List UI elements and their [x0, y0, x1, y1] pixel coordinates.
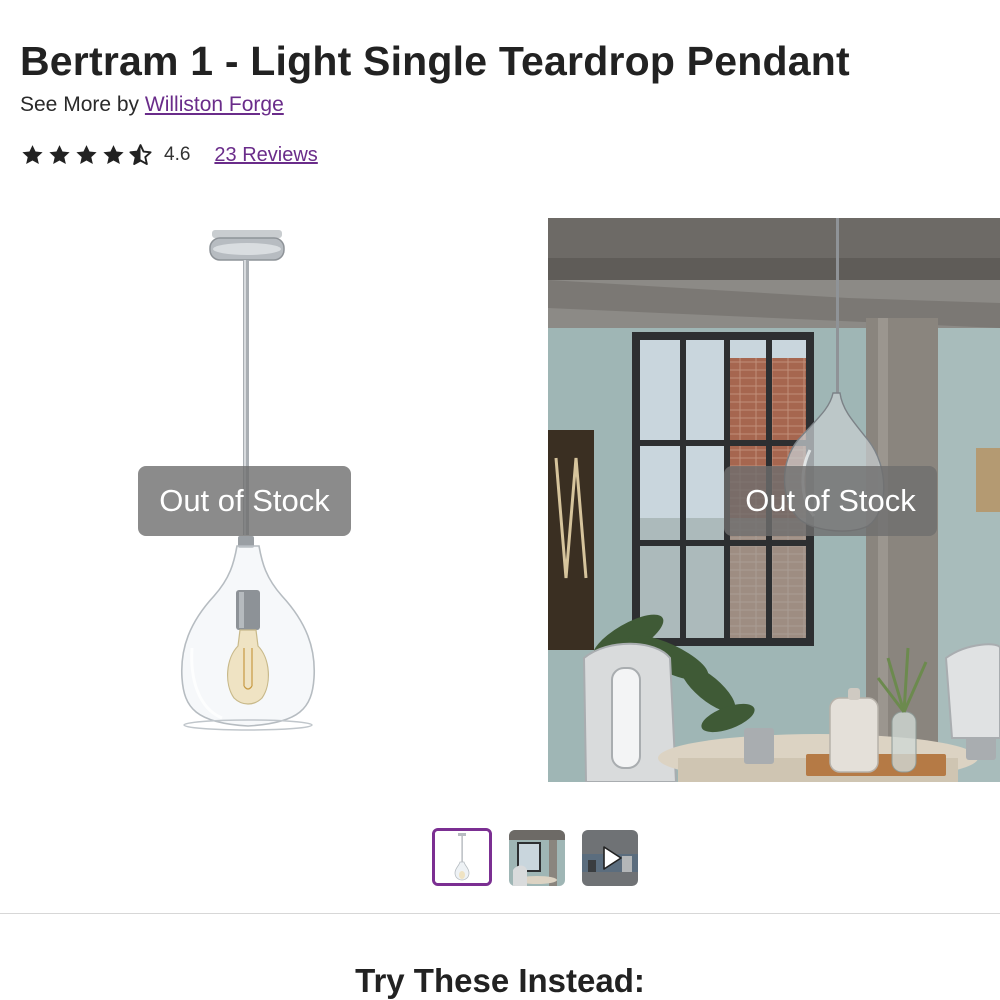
rating-value: 4.6 — [164, 144, 191, 165]
rating-row: 4.6 23 Reviews — [20, 142, 318, 168]
brand-link[interactable]: Williston Forge — [145, 93, 284, 116]
reviews-link[interactable]: 23 Reviews — [214, 144, 317, 167]
thumbnail-room-scene[interactable] — [509, 830, 565, 886]
room-scene-thumbnail — [509, 830, 565, 886]
byline: See More by Williston Forge — [20, 93, 284, 117]
out-of-stock-overlay: Out of Stock — [724, 466, 937, 536]
star-full-icon — [20, 143, 45, 168]
gallery-slide-product[interactable]: Out of Stock — [0, 218, 500, 782]
section-divider — [0, 913, 1000, 914]
star-full-icon — [101, 143, 126, 168]
gallery-slide-room[interactable]: Out of Stock — [548, 218, 1000, 782]
star-full-icon — [47, 143, 72, 168]
play-icon — [603, 846, 622, 870]
star-full-icon — [74, 143, 99, 168]
out-of-stock-overlay: Out of Stock — [138, 466, 351, 536]
image-gallery: Out of Stock Out of Stock — [0, 218, 1000, 784]
thumbnail-strip — [432, 828, 638, 886]
try-these-instead-heading: Try These Instead: — [355, 962, 645, 999]
star-rating — [20, 143, 153, 168]
product-title: Bertram 1 - Light Single Teardrop Pendan… — [20, 38, 850, 84]
thumbnail-product[interactable] — [432, 828, 492, 886]
byline-prefix: See More by — [20, 93, 140, 116]
thumbnail-video[interactable] — [582, 830, 638, 886]
pendant-light-thumbnail — [435, 831, 489, 883]
star-half-icon — [128, 143, 153, 168]
